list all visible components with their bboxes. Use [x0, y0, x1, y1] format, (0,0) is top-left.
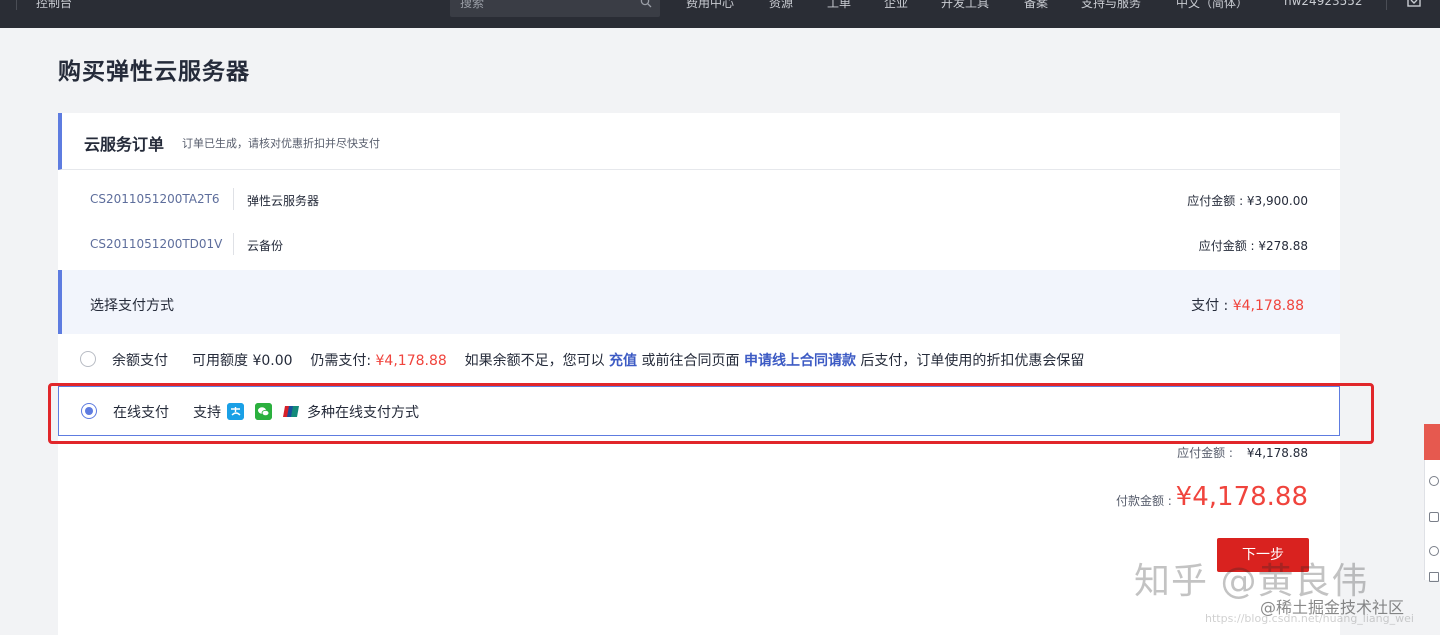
nav-username[interactable]: hw24923552	[1284, 0, 1363, 8]
page-title: 购买弹性云服务器	[58, 59, 250, 85]
pay-label: 付款金额 :	[1115, 494, 1176, 508]
nav-divider	[1386, 0, 1387, 10]
order-subtitle: 订单已生成，请核对优惠折扣并尽快支付	[182, 137, 380, 150]
info-icon[interactable]	[1429, 546, 1439, 556]
balance-hint: 后支付，订单使用的折扣优惠会保留	[860, 353, 1085, 369]
search-placeholder: 搜索	[460, 0, 485, 10]
pay-summary: 付款金额 : ¥4,178.88	[1116, 482, 1308, 512]
nav-resources[interactable]: 资源	[769, 0, 793, 11]
row-divider	[233, 188, 234, 210]
bell-icon[interactable]	[1406, 0, 1422, 8]
order-amount: 应付金额 : ¥278.88	[1198, 239, 1308, 253]
nav-enterprise[interactable]: 企业	[884, 0, 908, 11]
side-toolbar	[1424, 460, 1440, 582]
balance-hint: 或前往合同页面	[641, 353, 740, 369]
order-product: 弹性云服务器	[247, 194, 320, 208]
balance-info: 可用额度 ¥0.00 仍需支付: ¥4,178.88 如果余额不足，您可以 充值…	[192, 350, 1084, 370]
nav-tickets[interactable]: 工单	[827, 0, 851, 11]
balance-label[interactable]: 余额支付	[112, 350, 168, 370]
payment-total: 支付 : ¥4,178.88	[1191, 295, 1304, 315]
nav-billing-center[interactable]: 费用中心	[686, 0, 734, 11]
balance-need-label: 仍需支付:	[310, 353, 376, 369]
search-input[interactable]: 搜索	[450, 0, 660, 17]
order-title: 云服务订单	[84, 135, 165, 154]
payable-value: ¥4,178.88	[1246, 446, 1308, 460]
side-toolbar-top[interactable]	[1424, 424, 1440, 460]
console-link[interactable]: 控制台	[36, 0, 72, 11]
payment-total-value: ¥4,178.88	[1232, 298, 1304, 314]
balance-available: 可用额度 ¥0.00	[192, 353, 293, 369]
edit-icon[interactable]	[1429, 512, 1439, 522]
annotation-highlight-box	[48, 383, 1374, 444]
pay-value: ¥4,178.88	[1175, 482, 1308, 512]
balance-radio[interactable]	[80, 351, 96, 367]
order-product: 云备份	[247, 239, 284, 253]
order-amount: 应付金额 : ¥3,900.00	[1187, 194, 1308, 208]
payment-method-title: 选择支付方式	[90, 298, 174, 314]
order-header: 云服务订单 订单已生成，请核对优惠折扣并尽快支付	[58, 113, 1340, 170]
order-id: CS2011051200TD01V	[90, 237, 223, 251]
recharge-link[interactable]: 充值	[609, 353, 637, 369]
feedback-icon[interactable]	[1429, 572, 1439, 582]
nav-dev-tools[interactable]: 开发工具	[941, 0, 989, 11]
juejin-watermark: @稀土掘金技术社区	[1260, 598, 1405, 617]
nav-support[interactable]: 支持与服务	[1081, 0, 1141, 11]
contract-link[interactable]: 申请线上合同请款	[744, 353, 856, 369]
help-icon[interactable]	[1429, 476, 1439, 486]
payable-summary: 应付金额 : ¥4,178.88	[1177, 444, 1308, 461]
payment-method-header: 选择支付方式 支付 : ¥4,178.88	[58, 270, 1340, 334]
nav-filing[interactable]: 备案	[1024, 0, 1048, 11]
order-id: CS2011051200TA2T6	[90, 192, 220, 206]
payment-total-label: 支付 :	[1191, 298, 1233, 314]
order-row: CS2011051200TD01V 云备份 应付金额 : ¥278.88	[58, 229, 1340, 259]
row-divider	[233, 233, 234, 255]
balance-need-value: ¥4,178.88	[375, 353, 447, 369]
balance-hint: 如果余额不足，您可以	[464, 353, 605, 369]
top-nav: 控制台 搜索 费用中心 资源 工单 企业 开发工具 备案 支持与服务 中文（简体…	[0, 0, 1440, 28]
payable-label: 应付金额 :	[1177, 446, 1233, 460]
search-icon[interactable]	[640, 0, 652, 8]
order-row: CS2011051200TA2T6 弹性云服务器 应付金额 : ¥3,900.0…	[58, 184, 1340, 214]
balance-payment-option[interactable]: 余额支付 可用额度 ¥0.00 仍需支付: ¥4,178.88 如果余额不足，您…	[58, 335, 1340, 383]
nav-divider	[16, 0, 17, 10]
nav-language[interactable]: 中文（简体）	[1176, 0, 1248, 11]
